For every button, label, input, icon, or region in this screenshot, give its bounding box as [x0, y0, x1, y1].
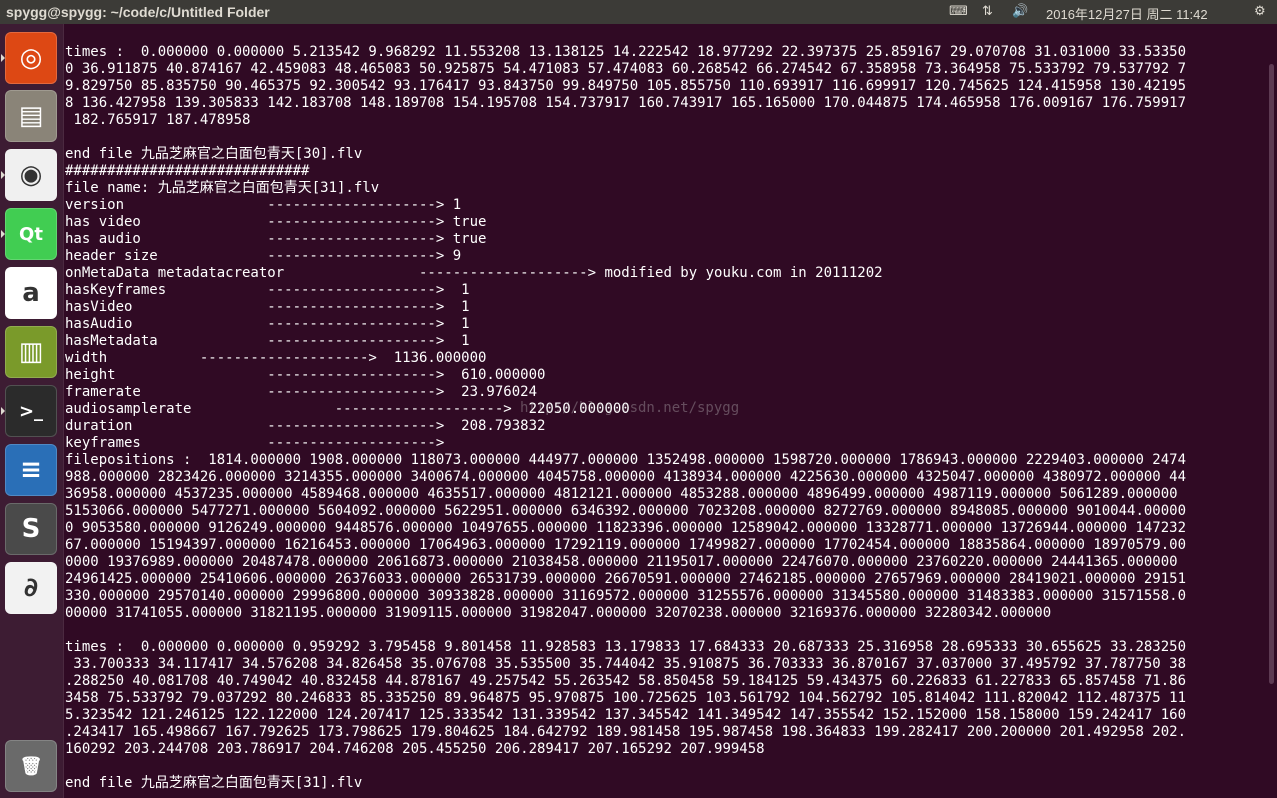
scrollbar-thumb[interactable] [1269, 64, 1274, 684]
terminal-line: 988.000000 2823426.000000 3214355.000000… [65, 469, 1187, 485]
terminal-line: file name: 九品芝麻官之白面包青天[31].flv [65, 180, 380, 196]
libreoffice-writer-glyph: ≡ [20, 455, 42, 485]
chrome-glyph: ◉ [19, 160, 43, 190]
libreoffice-writer-icon[interactable]: ≡ [5, 444, 57, 496]
terminal-line: duration --------------------> 208.79383… [65, 418, 546, 434]
terminal-line: width --------------------> 1136.000000 [65, 350, 487, 366]
window-title: spygg@spygg: ~/code/c/Untitled Folder [6, 4, 270, 20]
terminal-line: hasVideo --------------------> 1 [65, 299, 470, 315]
terminal-line: hasMetadata --------------------> 1 [65, 333, 470, 349]
terminal-line: 36958.000000 4537235.000000 4589468.0000… [65, 486, 1178, 502]
running-indicator [1, 230, 5, 238]
terminal-line: 24961425.000000 25410606.000000 26376033… [65, 571, 1187, 587]
terminal-icon[interactable]: >_ [5, 385, 57, 437]
launcher: ◎ ▤ ◉ Qt a ▥ >_ ≡ S ∂ 🗑 [0, 24, 64, 798]
files-icon[interactable]: ▤ [5, 90, 57, 142]
terminal-line: filepositions : 1814.000000 1908.000000 … [65, 452, 1187, 468]
files-glyph: ▤ [18, 101, 44, 131]
terminal-line: 67.000000 15194397.000000 16216453.00000… [65, 537, 1187, 553]
terminal-line: times : 0.000000 0.000000 5.213542 9.968… [65, 44, 1187, 60]
pdf-reader-glyph: ∂ [23, 573, 39, 603]
terminal-line: 160292 203.244708 203.786917 204.746208 … [65, 741, 765, 757]
terminal-line: 0 36.911875 40.874167 42.459083 48.46508… [65, 61, 1187, 77]
chrome-icon[interactable]: ◉ [5, 149, 57, 201]
top-panel: spygg@spygg: ~/code/c/Untitled Folder ⌨ … [0, 0, 1277, 24]
terminal-line: 00000 31741055.000000 31821195.000000 31… [65, 605, 1052, 621]
terminal-line: times : 0.000000 0.000000 0.959292 3.795… [65, 639, 1187, 655]
ubuntu-dash-glyph: ◎ [19, 43, 43, 73]
pdf-reader-icon[interactable]: ∂ [5, 562, 57, 614]
qt-creator-glyph: Qt [19, 223, 43, 245]
terminal-line: 3458 75.533792 79.037292 80.246833 85.33… [65, 690, 1187, 706]
gear-icon[interactable]: ⚙ [1254, 3, 1266, 19]
volume-icon[interactable]: 🔊 [1012, 3, 1028, 19]
terminal-line: 8 136.427958 139.305833 142.183708 148.1… [65, 95, 1187, 111]
terminal-line: height --------------------> 610.000000 [65, 367, 546, 383]
a-app-icon[interactable]: a [5, 267, 57, 319]
terminal-line: 5.323542 121.246125 122.122000 124.20741… [65, 707, 1187, 723]
terminal-line: 33.700333 34.117417 34.576208 34.826458 … [65, 656, 1187, 672]
terminal-line: keyframes --------------------> [65, 435, 445, 451]
trash-icon[interactable]: 🗑 [5, 740, 57, 792]
trash-glyph: 🗑 [19, 755, 43, 777]
terminal-line: has video --------------------> true [65, 214, 487, 230]
keyboard-icon[interactable]: ⌨ [949, 3, 968, 19]
a-app-glyph: a [22, 278, 40, 308]
terminal-line: end file 九品芝麻官之白面包青天[30].flv [65, 146, 363, 162]
sublime-text-icon[interactable]: S [5, 503, 57, 555]
book-reader-icon[interactable]: ▥ [5, 326, 57, 378]
terminal-line: hasAudio --------------------> 1 [65, 316, 470, 332]
terminal-line: hasKeyframes --------------------> 1 [65, 282, 470, 298]
terminal-line: end file 九品芝麻官之白面包青天[31].flv [65, 775, 363, 791]
running-indicator [1, 171, 5, 179]
terminal-line: version --------------------> 1 [65, 197, 462, 213]
terminal-scrollbar[interactable] [1265, 24, 1277, 798]
terminal-line: framerate --------------------> 23.97602… [65, 384, 538, 400]
terminal-line: has audio --------------------> true [65, 231, 487, 247]
terminal-line: 5153066.000000 5477271.000000 5604092.00… [65, 503, 1187, 519]
terminal-line: onMetaData metadatacreator -------------… [65, 265, 883, 281]
terminal-line: 0000 19376989.000000 20487478.000000 206… [65, 554, 1178, 570]
sublime-text-glyph: S [21, 514, 41, 544]
running-indicator [1, 407, 5, 415]
terminal-line: 182.765917 187.478958 [65, 112, 251, 128]
terminal-line: .243417 165.498667 167.792625 173.798625… [65, 724, 1187, 740]
ubuntu-dash-icon[interactable]: ◎ [5, 32, 57, 84]
terminal-glyph: >_ [18, 400, 44, 422]
terminal-line: ############################# [65, 163, 310, 179]
clock[interactable]: 2016年12月27日 周二 11:42 [1046, 4, 1208, 23]
terminal-line: 330.000000 29570140.000000 29996800.0000… [65, 588, 1187, 604]
running-indicator [1, 54, 5, 62]
watermark: http://blog.csdn.net/spygg [520, 400, 740, 416]
terminal-line: header size --------------------> 9 [65, 248, 462, 264]
network-icon[interactable]: ⇅ [982, 3, 993, 19]
terminal-line: 0 9053580.000000 9126249.000000 9448576.… [65, 520, 1187, 536]
qt-creator-icon[interactable]: Qt [5, 208, 57, 260]
terminal-line: 9.829750 85.835750 90.465375 92.300542 9… [65, 78, 1187, 94]
terminal-line: .288250 40.081708 40.749042 40.832458 44… [65, 673, 1187, 689]
book-reader-glyph: ▥ [18, 337, 44, 367]
